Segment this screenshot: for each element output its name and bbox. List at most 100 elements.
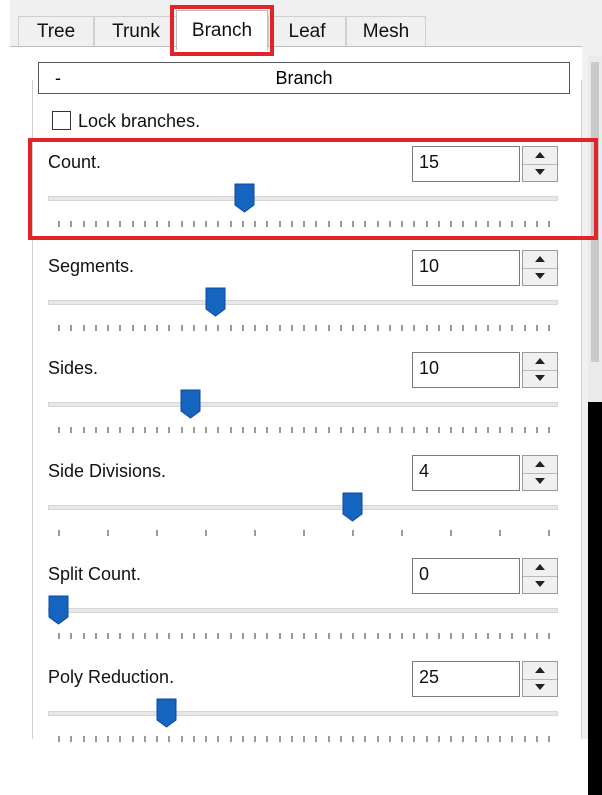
tab-leaf[interactable]: Leaf: [268, 16, 346, 46]
tick-mark: [511, 325, 513, 331]
tick-mark: [144, 427, 146, 433]
tick-mark: [438, 427, 440, 433]
split-count-spinner[interactable]: [522, 558, 558, 594]
tab-trunk[interactable]: Trunk: [94, 16, 178, 46]
tick-mark: [352, 427, 354, 433]
tick-mark: [291, 633, 293, 639]
tick-mark: [279, 633, 281, 639]
spin-up-arrow-icon[interactable]: [523, 456, 557, 474]
tick-mark: [168, 736, 170, 742]
sides-slider-track[interactable]: [48, 402, 558, 407]
tick-mark: [119, 325, 121, 331]
tick-mark: [524, 427, 526, 433]
spin-down-arrow-icon[interactable]: [523, 473, 557, 490]
tab-mesh[interactable]: Mesh: [346, 16, 426, 46]
tick-mark: [132, 633, 134, 639]
segments-input[interactable]: 10: [412, 250, 520, 286]
tick-mark: [119, 736, 121, 742]
tick-mark: [58, 325, 60, 331]
tick-mark: [426, 736, 428, 742]
poly-reduction-spinner[interactable]: [522, 661, 558, 697]
poly-reduction-input[interactable]: 25: [412, 661, 520, 697]
tick-mark: [401, 530, 403, 536]
tick-mark: [58, 633, 60, 639]
tick-mark: [511, 736, 513, 742]
lock-branches-checkbox[interactable]: [52, 111, 71, 130]
tick-mark: [242, 325, 244, 331]
spin-down-arrow-icon[interactable]: [523, 679, 557, 696]
branch-group-header[interactable]: - Branch: [38, 62, 570, 94]
sides-input[interactable]: 10: [412, 352, 520, 388]
spin-up-arrow-icon[interactable]: [523, 662, 557, 680]
tick-mark: [83, 427, 85, 433]
tick-mark: [279, 736, 281, 742]
tick-mark: [168, 633, 170, 639]
tick-mark: [107, 530, 109, 536]
tick-mark: [328, 736, 330, 742]
poly-reduction-slider-track[interactable]: [48, 711, 558, 716]
tick-mark: [266, 736, 268, 742]
tick-mark: [499, 633, 501, 639]
tick-mark: [548, 325, 550, 331]
sides-slider-thumb[interactable]: [180, 389, 201, 419]
tick-mark: [524, 633, 526, 639]
sides-spinner[interactable]: [522, 352, 558, 388]
tick-mark: [426, 325, 428, 331]
tick-mark: [499, 427, 501, 433]
tick-mark: [340, 325, 342, 331]
split-count-label: Split Count.: [48, 564, 142, 584]
tick-mark: [230, 325, 232, 331]
tick-mark: [328, 633, 330, 639]
tick-mark: [217, 633, 219, 639]
spin-down-arrow-icon[interactable]: [523, 576, 557, 593]
tick-mark: [58, 736, 60, 742]
segments-slider-thumb[interactable]: [205, 287, 226, 317]
tick-mark: [536, 736, 538, 742]
tick-mark: [303, 736, 305, 742]
segments-spinner[interactable]: [522, 250, 558, 286]
tab-leaf-label: Leaf: [288, 20, 326, 42]
tick-mark: [364, 633, 366, 639]
side-divisions-input[interactable]: 4: [412, 455, 520, 491]
tick-mark: [266, 427, 268, 433]
tick-mark: [401, 736, 403, 742]
split-count-slider-thumb[interactable]: [48, 595, 69, 625]
tick-mark: [499, 736, 501, 742]
tick-mark: [95, 736, 97, 742]
tick-mark: [291, 736, 293, 742]
side-divisions-slider-track[interactable]: [48, 505, 558, 510]
side-divisions-spinner[interactable]: [522, 455, 558, 491]
tick-mark: [254, 427, 256, 433]
tick-mark: [132, 325, 134, 331]
spin-down-arrow-icon[interactable]: [523, 268, 557, 285]
tick-mark: [364, 427, 366, 433]
tick-mark: [536, 633, 538, 639]
tick-mark: [462, 736, 464, 742]
spin-up-arrow-icon[interactable]: [523, 251, 557, 269]
side-divisions-slider-thumb[interactable]: [342, 492, 363, 522]
side-divisions-slider-ticks: [48, 530, 558, 538]
tick-mark: [328, 325, 330, 331]
tick-mark: [401, 325, 403, 331]
tick-mark: [303, 633, 305, 639]
tick-mark: [70, 633, 72, 639]
tick-mark: [389, 736, 391, 742]
tick-mark: [205, 530, 207, 536]
spin-up-arrow-icon[interactable]: [523, 559, 557, 577]
sides-slider-ticks: [48, 427, 558, 435]
tick-mark: [315, 325, 317, 331]
tick-mark: [438, 736, 440, 742]
split-count-slider-track[interactable]: [48, 608, 558, 613]
tick-mark: [377, 325, 379, 331]
poly-reduction-slider-thumb[interactable]: [156, 698, 177, 728]
lock-branches-label: Lock branches.: [78, 111, 201, 131]
tick-mark: [144, 736, 146, 742]
tick-mark: [303, 530, 305, 536]
tab-tree[interactable]: Tree: [18, 16, 94, 46]
tick-mark: [352, 736, 354, 742]
split-count-input[interactable]: 0: [412, 558, 520, 594]
spin-up-arrow-icon[interactable]: [523, 353, 557, 371]
segments-slider-track[interactable]: [48, 300, 558, 305]
tick-mark: [303, 427, 305, 433]
spin-down-arrow-icon[interactable]: [523, 370, 557, 387]
